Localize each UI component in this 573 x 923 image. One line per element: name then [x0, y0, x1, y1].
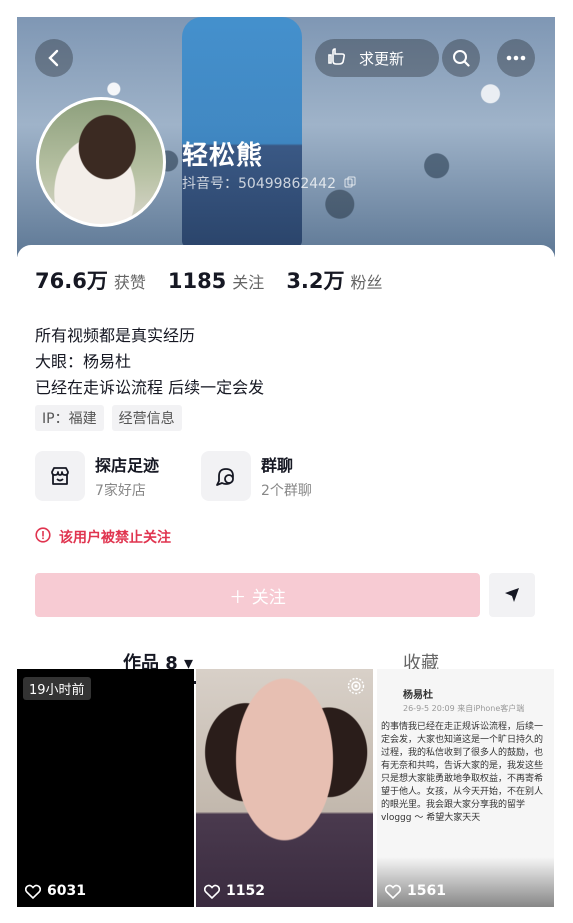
- follow-button[interactable]: ＋ 关注: [35, 573, 480, 617]
- heart-icon: [385, 884, 401, 899]
- heart-icon: [25, 884, 41, 899]
- bio-line: 所有视频都是真实经历: [35, 326, 196, 345]
- bio-line: 已经在走诉讼流程 后续一定会发: [35, 378, 265, 397]
- stats-row: 76.6万 获赞 1185 关注 3.2万 粉丝: [35, 265, 405, 295]
- send-icon: [505, 588, 519, 602]
- likes-count: 6031: [25, 883, 86, 899]
- stat-following[interactable]: 1185 关注: [168, 269, 264, 293]
- video-grid: 19小时前 6031 1152 杨易杜 26-9-5 20:09 来自iPhon…: [17, 669, 555, 907]
- post-screenshot: 杨易杜 26-9-5 20:09 来自iPhone客户端 的事情我已经在走正规诉…: [381, 689, 551, 825]
- business-info-tag[interactable]: 经营信息: [111, 405, 182, 431]
- stat-label: 获赞: [113, 273, 146, 292]
- hand-icon: [327, 45, 349, 71]
- card-subtitle: 7家好店: [95, 483, 146, 499]
- stat-value: 3.2万: [286, 269, 345, 293]
- time-badge: 19小时前: [23, 677, 91, 700]
- video-tile[interactable]: 1152: [196, 669, 373, 907]
- group-chat-card[interactable]: 群聊 2个群聊: [201, 451, 312, 501]
- heart-icon: [204, 884, 220, 899]
- chat-icon: [201, 451, 251, 501]
- warning-text: 该用户被禁止关注: [59, 530, 171, 546]
- copy-icon[interactable]: [344, 176, 356, 192]
- stat-label: 粉丝: [350, 273, 383, 292]
- stat-followers[interactable]: 3.2万 粉丝: [286, 265, 382, 295]
- request-update-button[interactable]: 求更新: [315, 39, 439, 77]
- card-subtitle: 2个群聊: [261, 483, 312, 499]
- video-tile[interactable]: 19小时前 6031: [17, 669, 194, 907]
- warning-icon: [35, 527, 51, 547]
- card-title: 探店足迹: [95, 456, 160, 475]
- profile-panel: 76.6万 获赞 1185 关注 3.2万 粉丝 所有视频都是真实经历 大眼：杨…: [17, 245, 555, 907]
- video-tile[interactable]: 杨易杜 26-9-5 20:09 来自iPhone客户端 的事情我已经在走正规诉…: [377, 669, 554, 907]
- stat-label: 关注: [232, 273, 265, 292]
- ip-tag: IP：福建: [35, 405, 104, 431]
- tag-row: IP：福建 经营信息: [35, 405, 182, 431]
- douyin-id[interactable]: 抖音号：50499862442: [182, 173, 356, 193]
- post-author: 杨易杜: [403, 690, 433, 701]
- card-title: 群聊: [261, 456, 294, 475]
- douyin-id-text: 抖音号：50499862442: [182, 176, 336, 192]
- ban-warning: 该用户被禁止关注: [35, 527, 171, 547]
- search-icon[interactable]: [442, 39, 480, 77]
- tile-shade: [377, 857, 554, 907]
- share-button[interactable]: [489, 573, 535, 617]
- stat-value: 76.6万: [35, 269, 108, 293]
- store-icon: [35, 451, 85, 501]
- back-icon[interactable]: [35, 39, 73, 77]
- likes-value: 1152: [226, 883, 265, 899]
- likes-value: 1561: [407, 883, 446, 899]
- post-meta: 26-9-5 20:09 来自iPhone客户端: [403, 704, 525, 713]
- top-bar: 求更新: [17, 39, 555, 79]
- post-text: 的事情我已经在走正规诉讼流程，后续一定会发，大家也知道这是一个旷日持久的过程，我…: [381, 722, 544, 823]
- likes-count: 1152: [204, 883, 265, 899]
- more-icon[interactable]: [497, 39, 535, 77]
- live-icon: [347, 677, 365, 699]
- bio-line: 大眼：杨易杜: [35, 352, 132, 371]
- stat-value: 1185: [167, 269, 227, 293]
- user-name: 轻松熊: [182, 141, 264, 171]
- likes-count: 1561: [385, 883, 446, 899]
- likes-value: 6031: [47, 883, 86, 899]
- stat-likes[interactable]: 76.6万 获赞: [35, 265, 146, 295]
- store-visits-card[interactable]: 探店足迹 7家好店: [35, 451, 159, 501]
- bio: 所有视频都是真实经历 大眼：杨易杜 已经在走诉讼流程 后续一定会发: [35, 323, 264, 401]
- profile-page: 求更新 轻松熊 抖音号：50499862442 76.6万 获赞 1185 关注: [17, 17, 555, 907]
- request-update-label: 求更新: [359, 49, 405, 68]
- avatar[interactable]: [36, 97, 166, 227]
